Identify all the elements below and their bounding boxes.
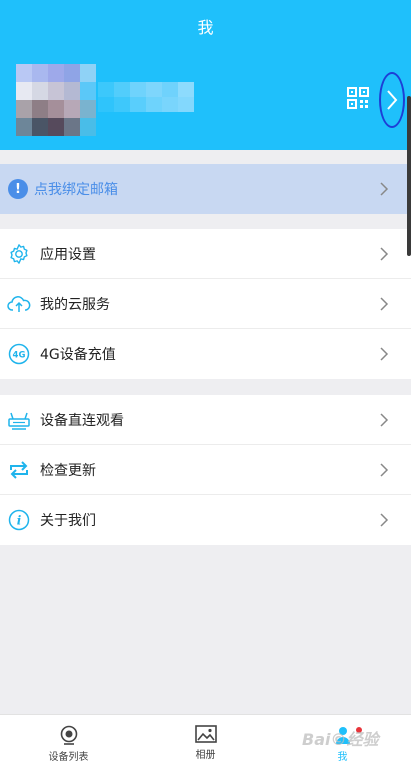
menu-item-check-update[interactable]: 检查更新	[0, 445, 411, 495]
bottom-tab-bar: 设备列表 相册 我	[0, 714, 411, 779]
tab-album[interactable]: 相册	[137, 715, 274, 779]
menu-item-direct-connect[interactable]: 设备直连观看	[0, 395, 411, 445]
tab-label: 设备列表	[48, 752, 89, 763]
menu-item-label: 检查更新	[40, 462, 96, 479]
menu-item-label: 设备直连观看	[40, 412, 124, 429]
tab-device-list[interactable]: 设备列表	[0, 715, 137, 779]
username-blurred	[98, 82, 194, 112]
bind-email-button[interactable]: ! 点我绑定邮箱	[0, 164, 411, 214]
menu-group-device: 设备直连观看 检查更新 i 关于我们	[0, 395, 411, 545]
qrcode-icon[interactable]	[346, 86, 370, 110]
menu-item-app-settings[interactable]: 应用设置	[0, 229, 411, 279]
menu-group-settings: 应用设置 我的云服务 4G 4G设备充值	[0, 229, 411, 379]
gear-icon	[7, 242, 31, 266]
page-title: 我	[197, 18, 214, 37]
notification-badge	[356, 727, 362, 733]
edge-scroll-handle	[407, 96, 411, 256]
avatar[interactable]	[16, 64, 96, 136]
menu-item-label: 我的云服务	[40, 296, 110, 313]
menu-item-about-us[interactable]: i 关于我们	[0, 495, 411, 545]
profile-detail-button[interactable]	[379, 72, 405, 128]
warning-circle-icon: !	[8, 179, 28, 199]
chevron-right-icon	[380, 412, 389, 427]
chevron-right-icon	[380, 246, 389, 261]
router-icon	[7, 408, 31, 432]
menu-item-label: 应用设置	[40, 246, 96, 263]
person-icon	[335, 727, 350, 744]
profile-header: 我	[0, 0, 411, 150]
bind-email-label: 点我绑定邮箱	[34, 182, 118, 198]
chevron-right-icon	[380, 347, 389, 361]
tab-label: 我	[337, 752, 348, 763]
chevron-right-icon	[380, 513, 389, 527]
4g-icon: 4G	[7, 342, 31, 366]
cloud-upload-icon	[7, 292, 31, 316]
tab-label: 相册	[195, 750, 216, 761]
chevron-right-icon	[380, 296, 389, 311]
svg-text:i: i	[17, 514, 22, 528]
chevron-right-icon	[387, 90, 398, 110]
info-icon: i	[7, 508, 31, 532]
menu-item-cloud-service[interactable]: 我的云服务	[0, 279, 411, 329]
menu-item-label: 关于我们	[40, 513, 96, 529]
chevron-right-icon	[380, 462, 389, 477]
svg-text:4G: 4G	[13, 351, 26, 361]
tab-me[interactable]: 我	[274, 715, 411, 779]
menu-item-4g-recharge[interactable]: 4G 4G设备充值	[0, 329, 411, 379]
camera-icon	[60, 725, 77, 745]
menu-item-label: 4G设备充值	[40, 347, 116, 363]
photo-icon	[194, 725, 217, 743]
chevron-right-icon	[380, 182, 389, 196]
refresh-icon	[7, 458, 31, 482]
